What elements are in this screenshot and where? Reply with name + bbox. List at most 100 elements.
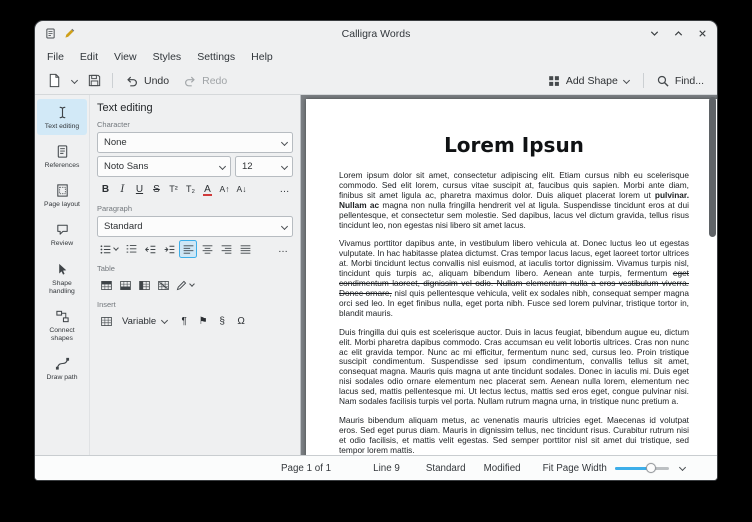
insert-column-button[interactable] — [135, 276, 153, 294]
tool-tab-shape-handling[interactable]: Shape handling — [37, 256, 87, 300]
grow-font-button[interactable]: A↑ — [216, 180, 233, 198]
undo-button[interactable]: Undo — [119, 70, 175, 92]
tool-tab-page-layout[interactable]: Page layout — [37, 177, 87, 213]
tool-tab-label: Draw path — [47, 374, 78, 382]
text-color-button[interactable]: A — [199, 180, 216, 198]
increase-indent-button[interactable] — [160, 240, 178, 258]
chevron-down-icon — [280, 139, 288, 147]
minimize-button[interactable] — [649, 28, 660, 39]
save-button[interactable] — [82, 70, 106, 92]
insert-row-above-icon — [100, 279, 113, 292]
find-label: Find... — [675, 75, 704, 87]
open-recent-dropdown[interactable] — [68, 70, 80, 92]
document-paragraphs: Lorem ipsum dolor sit amet, consectetur … — [339, 171, 689, 455]
delete-table-icon — [157, 279, 170, 292]
font-size-select[interactable]: 12 — [235, 156, 293, 177]
app-window: Calligra Words File Edit View Styles Set… — [35, 21, 717, 480]
titlebar-left-icons — [44, 27, 76, 40]
variable-label: Variable — [122, 316, 156, 327]
paragraph-more-button[interactable]: … — [273, 240, 293, 258]
vertical-scrollbar[interactable] — [707, 95, 717, 455]
menu-styles[interactable]: Styles — [145, 49, 190, 65]
delete-table-button[interactable] — [154, 276, 172, 294]
align-center-button[interactable] — [198, 240, 216, 258]
menu-help[interactable]: Help — [243, 49, 281, 65]
redo-label: Redo — [202, 75, 227, 87]
insert-row: Variable ¶ ⚑ § Ω — [97, 312, 293, 330]
menu-settings[interactable]: Settings — [189, 49, 243, 65]
font-family-select[interactable]: Noto Sans — [97, 156, 231, 177]
menu-edit[interactable]: Edit — [72, 49, 106, 65]
maximize-button[interactable] — [673, 28, 684, 39]
redo-button[interactable]: Redo — [177, 70, 233, 92]
superscript-button[interactable]: T² — [165, 180, 182, 198]
tool-tab-review[interactable]: Review — [37, 216, 87, 252]
window-controls — [649, 28, 708, 39]
statusbar-expand-button[interactable] — [679, 464, 687, 472]
align-right-button[interactable] — [217, 240, 235, 258]
increase-indent-icon — [163, 243, 176, 256]
insert-row-above-button[interactable] — [97, 276, 115, 294]
insert-special-character-button[interactable]: Ω — [232, 312, 250, 330]
document-title[interactable]: Lorem Ipsun — [339, 133, 689, 157]
bullet-list-button[interactable] — [97, 240, 121, 258]
paragraph-style-select[interactable]: Standard — [97, 216, 293, 237]
decrease-indent-icon — [144, 243, 157, 256]
zoom-slider[interactable] — [615, 460, 669, 476]
underline-button[interactable]: U — [131, 180, 148, 198]
find-button[interactable]: Find... — [650, 70, 710, 92]
document-paragraph[interactable]: Mauris bibendum aliquam metus, ac venena… — [339, 416, 689, 455]
close-button[interactable] — [697, 28, 708, 39]
insert-row-below-button[interactable] — [116, 276, 134, 294]
style-indicator[interactable]: Standard — [426, 463, 466, 474]
character-style-select[interactable]: None — [97, 132, 293, 153]
chevron-down-icon — [623, 77, 631, 85]
numbered-list-button[interactable] — [122, 240, 140, 258]
modified-indicator: Modified — [484, 463, 521, 474]
shrink-font-button[interactable]: A↓ — [233, 180, 250, 198]
document-paragraph[interactable]: Duis fringilla dui quis est scelerisque … — [339, 328, 689, 407]
tool-tab-draw-path[interactable]: Draw path — [37, 350, 87, 386]
insert-bookmark-button[interactable]: ⚑ — [194, 312, 212, 330]
bullet-list-icon — [99, 243, 112, 256]
menu-file[interactable]: File — [39, 49, 72, 65]
app-icon — [44, 27, 57, 40]
strikethrough-button[interactable]: S — [148, 180, 165, 198]
scrollbar-thumb[interactable] — [709, 97, 716, 237]
new-document-button[interactable] — [42, 70, 66, 92]
character-more-button[interactable]: … — [276, 180, 293, 198]
italic-button[interactable]: I — [114, 180, 131, 198]
tool-tab-references[interactable]: References — [37, 138, 87, 174]
text-editing-icon — [55, 105, 70, 120]
tool-tab-connect-shapes[interactable]: Connect shapes — [37, 303, 87, 347]
subscript-button[interactable]: T₂ — [182, 180, 199, 198]
document-paragraph[interactable]: Lorem ipsum dolor sit amet, consectetur … — [339, 171, 689, 230]
add-shape-label: Add Shape — [566, 75, 618, 87]
tool-tab-text-editing[interactable]: Text editing — [37, 99, 87, 135]
insert-section-button[interactable]: § — [213, 312, 231, 330]
zoom-mode-button[interactable]: Fit Page Width — [543, 463, 607, 474]
bold-button[interactable]: B — [97, 180, 114, 198]
align-justify-button[interactable] — [236, 240, 254, 258]
titlebar[interactable]: Calligra Words — [35, 21, 717, 46]
table-section-label: Table — [97, 264, 293, 273]
variable-dropdown[interactable]: Variable — [116, 312, 174, 330]
redo-icon — [183, 74, 197, 88]
table-row — [97, 276, 293, 294]
document-canvas[interactable]: Lorem Ipsun Lorem ipsum dolor sit amet, … — [301, 95, 717, 455]
statusbar: Page 1 of 1 Line 9 Standard Modified Fit… — [35, 455, 717, 480]
add-shape-icon — [547, 74, 561, 88]
menu-view[interactable]: View — [106, 49, 145, 65]
document-page[interactable]: Lorem Ipsun Lorem ipsum dolor sit amet, … — [306, 99, 717, 455]
insert-footnote-button[interactable]: ¶ — [175, 312, 193, 330]
align-left-button[interactable] — [179, 240, 197, 258]
tool-tab-label: Connect shapes — [43, 327, 81, 343]
decrease-indent-button[interactable] — [141, 240, 159, 258]
add-shape-button[interactable]: Add Shape — [541, 70, 637, 92]
insert-table-button[interactable] — [97, 312, 115, 330]
border-pen-button[interactable] — [173, 276, 197, 294]
draw-path-icon — [55, 356, 70, 371]
document-paragraph[interactable]: Vivamus porttitor dapibus ante, in vesti… — [339, 239, 689, 318]
toolbar-separator — [112, 73, 113, 88]
zoom-slider-handle[interactable] — [646, 463, 656, 473]
